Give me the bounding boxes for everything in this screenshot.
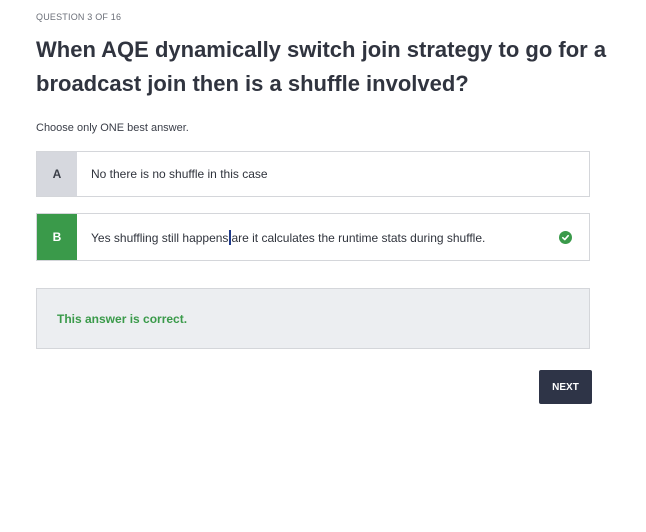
answer-option-b[interactable]: B Yes shuffling still happens are it calc… — [36, 213, 590, 261]
feedback-message: This answer is correct. — [57, 311, 188, 326]
answer-option-a[interactable]: A No there is no shuffle in this case — [36, 151, 590, 197]
answer-instruction: Choose only ONE best answer. — [36, 122, 189, 134]
question-text: When AQE dynamically switch join strateg… — [36, 37, 607, 96]
option-letter-b: B — [37, 214, 77, 260]
checkmark-glyph — [561, 234, 570, 240]
check-circle-icon — [559, 230, 572, 244]
option-letter-a: A — [37, 152, 77, 196]
option-text-b: Yes shuffling still happens are it calcul… — [77, 229, 559, 245]
option-text-a: No there is no shuffle in this case — [91, 167, 268, 181]
option-text-b-part1: Yes shuffling still happens — [91, 230, 229, 245]
quiz-page: QUESTION 3 OF 16 When AQE dynamically sw… — [0, 0, 646, 532]
question-counter: QUESTION 3 OF 16 — [36, 12, 122, 22]
next-button[interactable]: NEXT — [539, 370, 592, 404]
feedback-panel: This answer is correct. — [36, 288, 590, 349]
option-text-b-part2: are it calculates the runtime stats duri… — [231, 230, 486, 245]
